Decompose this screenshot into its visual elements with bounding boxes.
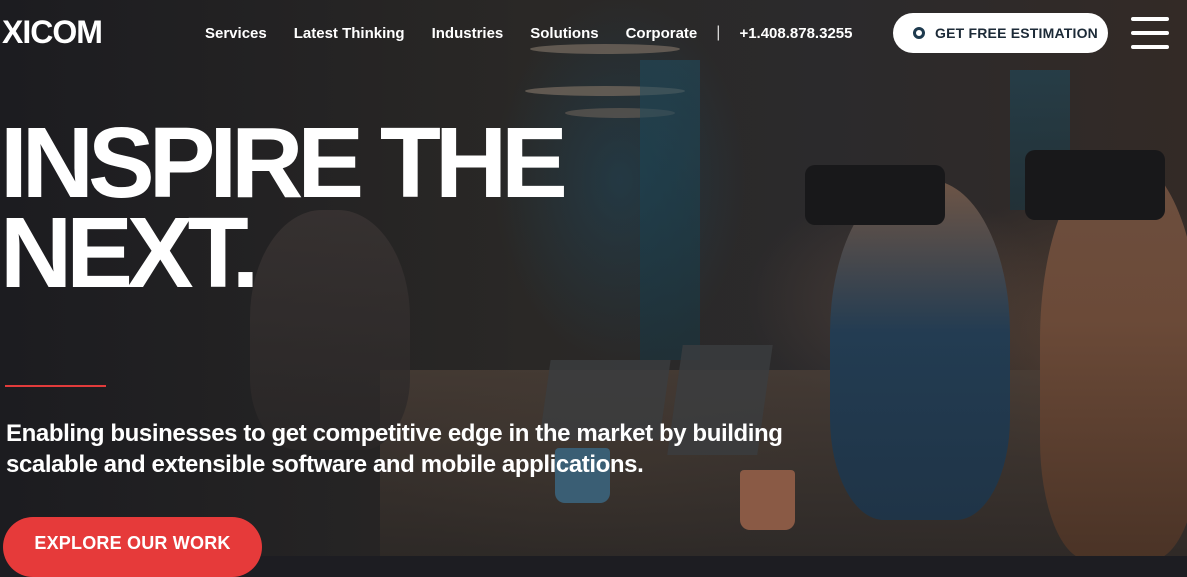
nav-item-corporate[interactable]: Corporate bbox=[626, 25, 698, 42]
ring-dot-icon bbox=[913, 27, 925, 39]
background-window bbox=[640, 60, 700, 360]
nav-item-solutions[interactable]: Solutions bbox=[530, 25, 598, 42]
nav-divider: | bbox=[716, 24, 721, 41]
person-left bbox=[830, 180, 1010, 520]
hero-headline: INSPIRE THE NEXT. bbox=[0, 107, 568, 309]
vr-headset bbox=[805, 165, 945, 225]
nav-item-latest-thinking[interactable]: Latest Thinking bbox=[294, 25, 405, 42]
headline-line-2: NEXT. bbox=[0, 197, 259, 309]
vr-headset bbox=[1025, 150, 1165, 220]
accent-divider bbox=[5, 385, 106, 387]
site-header: XICOM Services Latest Thinking Industrie… bbox=[0, 0, 1187, 66]
hamburger-menu-icon[interactable] bbox=[1131, 17, 1169, 49]
headline-line-1: INSPIRE THE bbox=[0, 107, 568, 219]
cta-label: GET FREE ESTIMATION bbox=[935, 25, 1098, 41]
hero-subtext: Enabling businesses to get competitive e… bbox=[6, 420, 783, 478]
phone-link[interactable]: +1.408.878.3255 bbox=[739, 25, 852, 42]
main-nav: Services Latest Thinking Industries Solu… bbox=[205, 24, 852, 42]
nav-item-services[interactable]: Services bbox=[205, 25, 267, 42]
logo[interactable]: XICOM bbox=[2, 14, 103, 51]
get-free-estimation-button[interactable]: GET FREE ESTIMATION bbox=[893, 13, 1108, 53]
explore-our-work-button[interactable]: EXPLORE OUR WORK bbox=[3, 517, 262, 577]
nav-item-industries[interactable]: Industries bbox=[432, 25, 504, 42]
